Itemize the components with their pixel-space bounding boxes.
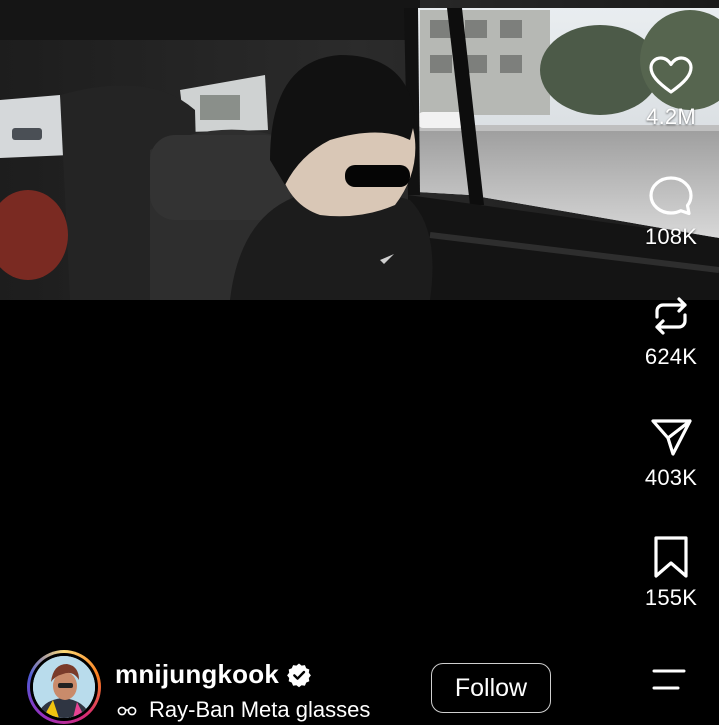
repost-count: 624K — [644, 344, 698, 369]
verified-badge-icon — [287, 663, 311, 687]
comment-bubble-icon — [649, 176, 693, 216]
glasses-icon — [117, 706, 137, 716]
avatar-image — [33, 656, 95, 718]
save-count: 155K — [644, 585, 698, 610]
action-rail: 4.2M 108K 624K 403K 155K — [623, 0, 719, 725]
comment-count: 108K — [644, 224, 698, 249]
username[interactable]: mnijungkook — [115, 659, 279, 690]
heart-icon — [649, 56, 693, 94]
glasses-subtitle: Ray-Ban Meta glasses — [149, 697, 371, 722]
send-icon — [651, 419, 692, 456]
save-button[interactable]: 155K — [623, 533, 719, 611]
username-row: mnijungkook — [115, 659, 312, 690]
avatar[interactable] — [27, 650, 101, 724]
like-count: 4.2M — [646, 104, 696, 129]
like-button[interactable]: 4.2M — [623, 52, 719, 130]
repost-button[interactable]: 624K — [623, 292, 719, 370]
subtitle-row[interactable]: Ray-Ban Meta glasses — [117, 697, 370, 723]
repost-icon — [655, 297, 687, 335]
bookmark-icon — [654, 536, 688, 578]
share-count: 403K — [644, 465, 698, 490]
reels-screen: 4.2M 108K 624K 403K 155K mnijungkook Ray… — [0, 0, 719, 725]
video-thumbnail — [0, 0, 719, 300]
comment-button[interactable]: 108K — [623, 172, 719, 250]
video-frame[interactable] — [0, 0, 719, 300]
author-bar: mnijungkook Ray-Ban Meta glasses Follow — [0, 645, 719, 725]
menu-icon[interactable] — [648, 665, 688, 695]
follow-button[interactable]: Follow — [431, 663, 551, 713]
share-button[interactable]: 403K — [623, 413, 719, 491]
